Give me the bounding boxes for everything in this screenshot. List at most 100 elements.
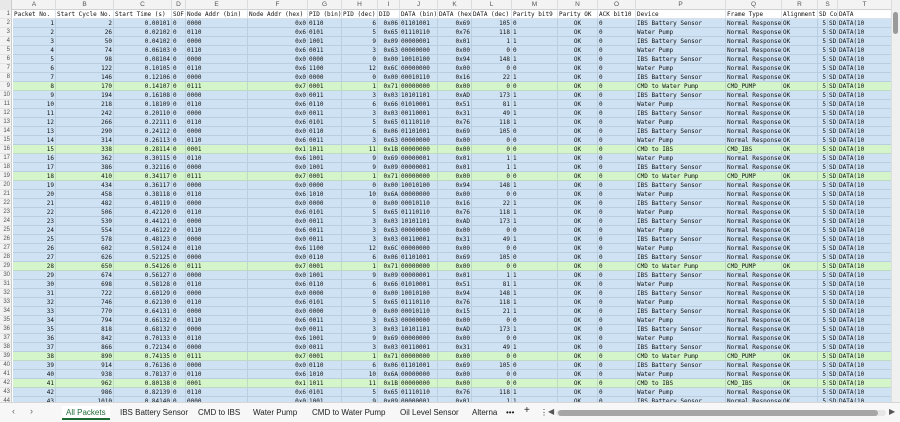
table-cell[interactable]: 0110	[186, 298, 248, 307]
table-cell[interactable]: IBS Battery Sensor	[636, 181, 726, 190]
table-cell[interactable]: 9	[13, 91, 56, 100]
table-cell[interactable]: SD	[828, 145, 838, 154]
table-cell[interactable]: CMD_PUMP	[726, 262, 782, 271]
table-cell[interactable]: OK	[782, 19, 818, 28]
table-cell[interactable]: 722	[56, 289, 114, 298]
table-cell[interactable]: 1	[512, 73, 558, 82]
table-cell[interactable]: Normal Response	[726, 316, 782, 325]
vertical-scrollbar[interactable]	[891, 0, 900, 402]
table-cell[interactable]: 0	[172, 136, 186, 145]
table-cell[interactable]: 0	[598, 145, 636, 154]
table-cell[interactable]: 242	[56, 109, 114, 118]
table-cell[interactable]: 0x76	[438, 298, 472, 307]
column-letter-c[interactable]: C	[114, 0, 172, 10]
table-cell[interactable]: 1	[342, 262, 378, 271]
table-cell[interactable]: OK	[558, 55, 598, 64]
table-cell[interactable]: 0x00	[438, 172, 472, 181]
table-cell[interactable]: 0011	[308, 343, 342, 352]
table-cell[interactable]: 0000	[186, 19, 248, 28]
table-cell[interactable]: OK	[782, 298, 818, 307]
table-cell[interactable]: 0	[172, 343, 186, 352]
table-cell[interactable]: OK	[558, 82, 598, 91]
table-cell[interactable]: 0.26113	[114, 136, 172, 145]
table-cell[interactable]: 0x31	[438, 235, 472, 244]
table-cell[interactable]: 578	[56, 235, 114, 244]
table-cell[interactable]: 0	[172, 37, 186, 46]
table-cell[interactable]: 1	[512, 163, 558, 172]
header-cell[interactable]: Start Time (s)	[114, 10, 172, 19]
table-cell[interactable]: 0.10105	[114, 64, 172, 73]
table-cell[interactable]: DATA(10	[838, 226, 892, 235]
table-cell[interactable]: 0	[172, 55, 186, 64]
table-cell[interactable]: 0	[598, 100, 636, 109]
header-cell[interactable]: DATA (bin)	[400, 10, 438, 19]
table-cell[interactable]: 0000	[186, 307, 248, 316]
table-cell[interactable]: Normal Response	[726, 217, 782, 226]
table-cell[interactable]: 1	[472, 271, 512, 280]
table-cell[interactable]: OK	[782, 334, 818, 343]
table-cell[interactable]: 0x63	[378, 46, 400, 55]
table-cell[interactable]: 0x06	[378, 361, 400, 370]
table-cell[interactable]: OK	[782, 145, 818, 154]
table-cell[interactable]: Normal Response	[726, 154, 782, 163]
table-cell[interactable]: 00000000	[400, 370, 438, 379]
table-cell[interactable]: 0.16108	[114, 91, 172, 100]
scroll-left-icon[interactable]: ◀	[548, 407, 554, 416]
table-cell[interactable]: 0.64131	[114, 307, 172, 316]
table-cell[interactable]: 0011	[308, 109, 342, 118]
table-cell[interactable]: 0.20110	[114, 109, 172, 118]
table-cell[interactable]: 118	[472, 298, 512, 307]
table-cell[interactable]: Normal Response	[726, 127, 782, 136]
table-cell[interactable]: 1	[512, 37, 558, 46]
table-cell[interactable]: SD	[828, 28, 838, 37]
table-cell[interactable]: SD	[828, 226, 838, 235]
table-cell[interactable]: 0	[598, 73, 636, 82]
table-cell[interactable]: 0	[172, 19, 186, 28]
table-cell[interactable]: 31	[13, 289, 56, 298]
table-cell[interactable]: 0x0	[248, 361, 308, 370]
table-cell[interactable]: 0110	[186, 28, 248, 37]
table-cell[interactable]: 105	[472, 253, 512, 262]
table-cell[interactable]: 314	[56, 136, 114, 145]
table-cell[interactable]: 0.70133	[114, 334, 172, 343]
table-cell[interactable]: 12	[342, 64, 378, 73]
column-letter-h[interactable]: H	[342, 0, 378, 10]
table-cell[interactable]: 0000	[186, 199, 248, 208]
table-cell[interactable]: 1011	[308, 145, 342, 154]
table-cell[interactable]: 105	[472, 19, 512, 28]
table-cell[interactable]: DATA(10	[838, 370, 892, 379]
header-cell[interactable]: Packet No.	[13, 10, 56, 19]
table-cell[interactable]: DATA(10	[838, 334, 892, 343]
table-cell[interactable]: 1	[472, 37, 512, 46]
table-cell[interactable]: 10101101	[400, 325, 438, 334]
row-number[interactable]: 25	[0, 226, 12, 235]
table-cell[interactable]: OK	[782, 217, 818, 226]
table-cell[interactable]: 0011	[308, 46, 342, 55]
header-cell[interactable]: SOF	[172, 10, 186, 19]
table-cell[interactable]: 0000	[308, 199, 342, 208]
table-cell[interactable]: DATA(10	[838, 343, 892, 352]
table-cell[interactable]: 0	[598, 91, 636, 100]
table-cell[interactable]: 0x00	[438, 136, 472, 145]
table-cell[interactable]: 12	[342, 244, 378, 253]
table-cell[interactable]: 0	[172, 244, 186, 253]
table-cell[interactable]: DATA(10	[838, 262, 892, 271]
table-cell[interactable]: 30	[13, 280, 56, 289]
table-cell[interactable]: Normal Response	[726, 307, 782, 316]
table-cell[interactable]: 0110	[186, 154, 248, 163]
table-cell[interactable]: OK	[782, 343, 818, 352]
table-cell[interactable]: 1	[472, 154, 512, 163]
header-cell[interactable]: DATA	[838, 10, 892, 19]
table-cell[interactable]: 0	[598, 343, 636, 352]
table-cell[interactable]: 0111	[186, 172, 248, 181]
table-cell[interactable]: 0011	[308, 325, 342, 334]
table-cell[interactable]: 0x66	[378, 100, 400, 109]
table-cell[interactable]: 0	[598, 262, 636, 271]
header-cell[interactable]: Parity bit9	[512, 10, 558, 19]
table-cell[interactable]: OK	[782, 280, 818, 289]
header-cell[interactable]: PID (dec)	[342, 10, 378, 19]
table-cell[interactable]: SD	[828, 46, 838, 55]
table-cell[interactable]: 01110110	[400, 298, 438, 307]
table-cell[interactable]: OK	[782, 289, 818, 298]
table-cell[interactable]: 1	[512, 289, 558, 298]
